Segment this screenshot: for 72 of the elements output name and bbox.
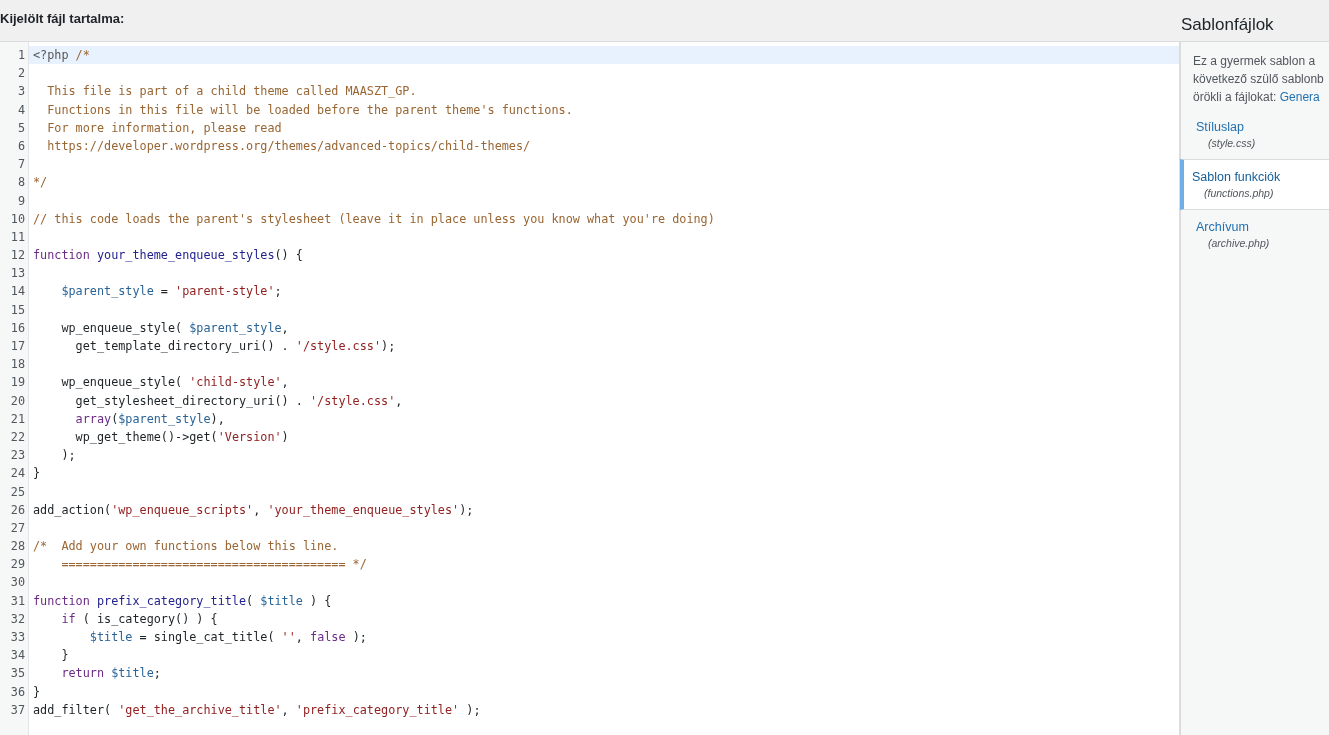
line-number: 15 <box>9 301 25 319</box>
code-line: $parent_style = 'parent-style'; <box>60 283 282 301</box>
line-number: 9 <box>16 192 25 210</box>
code-line: https://developer.wordpress.org/themes/advanced-topics/child-themes/ <box>46 137 531 155</box>
code-line: function your_theme_enqueue_styles() { <box>33 247 303 265</box>
code-line: wp_enqueue_style( $parent_style, <box>60 319 289 337</box>
line-number: 36 <box>9 683 25 701</box>
line-number: 7 <box>16 156 25 174</box>
code-line: function prefix_category_title( $title ) { <box>33 592 332 610</box>
code-line: } <box>33 683 41 701</box>
code-line: wp_get_theme()->get('Version') <box>74 428 289 446</box>
code-line: Functions in this file will be loaded before the parent theme's functions. <box>46 101 573 119</box>
file-content-label: Kijelölt fájl tartalma: <box>0 11 125 26</box>
code-line: get_stylesheet_directory_uri() . '/style.css', <box>74 392 403 410</box>
code-line: ); <box>60 447 76 465</box>
line-number: 33 <box>9 629 25 646</box>
code-line: add_filter( 'get_the_archive_title', 'prefix_category_title' ); <box>33 701 481 719</box>
line-number: 31 <box>9 592 25 610</box>
line-number: 4 <box>16 101 25 119</box>
line-number: 6 <box>16 137 25 155</box>
code-line: ======================================== */ <box>60 556 367 574</box>
line-number: 32 <box>9 610 25 628</box>
template-file-item[interactable]: Stíluslap (style.css) <box>1180 110 1329 159</box>
line-number: 34 <box>9 647 25 665</box>
line-number: 3 <box>16 83 25 101</box>
code-line: if ( is_category() ) { <box>60 610 218 628</box>
code-line: array($parent_style), <box>74 410 225 428</box>
code-line: For more information, please read <box>46 119 282 137</box>
line-number: 11 <box>9 228 25 246</box>
line-number: 29 <box>9 556 25 574</box>
line-number: 22 <box>9 428 25 446</box>
code-line: add_action('wp_enqueue_scripts', 'your_theme_enqueue_styles'); <box>33 501 474 519</box>
line-number: 27 <box>9 519 25 537</box>
template-file-item[interactable]: Sablon funkciók (functions.php) <box>1180 159 1329 210</box>
line-number: 5 <box>16 119 25 137</box>
line-number: 8 <box>16 174 25 192</box>
parent-theme-link[interactable]: Genera <box>1279 90 1320 104</box>
line-number: 18 <box>9 356 25 374</box>
code-line: wp_enqueue_style( 'child-style', <box>60 374 289 392</box>
line-number: 24 <box>9 465 25 483</box>
code-line: $title = single_cat_title( '', false ); <box>88 629 367 646</box>
line-number: 12 <box>9 247 25 265</box>
line-number: 37 <box>9 701 25 719</box>
line-number: 14 <box>9 283 25 301</box>
line-number: 26 <box>9 501 25 519</box>
line-number: 19 <box>9 374 25 392</box>
template-file-item[interactable]: Archívum (archive.php) <box>1180 210 1329 259</box>
code-line: /* Add your own functions below this line. <box>33 538 339 556</box>
line-number: 17 <box>9 338 25 355</box>
line-number: 35 <box>9 665 25 683</box>
line-number: 21 <box>9 410 25 428</box>
code-line: */ <box>33 174 48 192</box>
line-number: 25 <box>9 483 25 501</box>
line-number: 2 <box>16 65 25 83</box>
code-line: return $title; <box>60 665 161 683</box>
code-editor[interactable] <box>0 41 1180 735</box>
line-number: 16 <box>9 319 25 337</box>
line-number: 23 <box>9 447 25 465</box>
line-number: 30 <box>9 574 25 592</box>
line-number: 20 <box>9 392 25 410</box>
code-line: // this code loads the parent's stylesheet (leave it in place unless you know what you're doing) <box>33 210 715 228</box>
code-line: get_template_directory_uri() . '/style.css'); <box>74 338 396 355</box>
line-number: 28 <box>9 538 25 556</box>
line-number: 13 <box>9 265 25 283</box>
code-line: This file is part of a child theme called MAASZT_GP. <box>46 83 417 101</box>
description-text: Ez a gyermek sablon a következő szülő sablonb örökli a fájlokat: Genera <box>1193 53 1324 106</box>
template-files-heading: Sablonfájlok <box>1181 15 1274 34</box>
line-number: 10 <box>9 210 25 228</box>
code-line: } <box>60 647 69 665</box>
code-line: } <box>33 465 41 483</box>
line-number: 1 <box>16 47 25 64</box>
code-line: <?php /* <box>33 47 90 64</box>
